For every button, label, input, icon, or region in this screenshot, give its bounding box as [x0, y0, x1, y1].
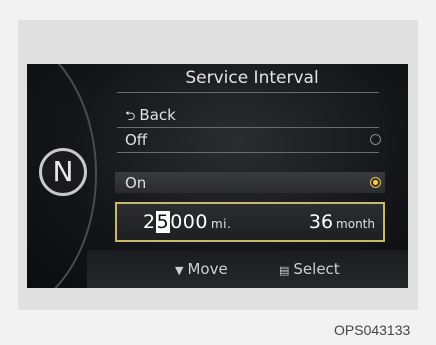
move-hint: ▼ Move [175, 260, 228, 278]
miles-unit: mi. [210, 217, 232, 231]
option-off-label: Off [125, 131, 148, 149]
interval-setting-box[interactable]: 25000 mi. 36 month [115, 202, 385, 242]
miles-value[interactable]: 25000 mi. [143, 211, 231, 233]
months-unit: month [336, 217, 375, 231]
cluster-display: N Service Interval ⮌ Back Off On 25000 mi.… [27, 64, 408, 288]
miles-prefix: 2 [143, 211, 156, 233]
back-arrow-icon: ⮌ [125, 109, 136, 124]
divider [117, 127, 379, 128]
months-number: 36 [308, 211, 334, 233]
radio-on-icon[interactable] [370, 177, 381, 188]
select-button-icon: ▤ [279, 264, 290, 277]
gear-indicator: N [39, 148, 87, 196]
miles-cursor-digit[interactable]: 5 [155, 211, 171, 233]
option-off[interactable]: Off [125, 129, 381, 151]
figure-caption: OPS043133 [334, 322, 411, 338]
radio-off-icon[interactable] [370, 134, 381, 145]
screen-title: Service Interval [185, 68, 319, 88]
back-label: Back [139, 106, 176, 124]
back-menu-item[interactable]: ⮌ Back [125, 104, 379, 126]
select-label: Select [293, 260, 340, 278]
footer-hints: ▼ Move ▤ Select [87, 250, 408, 288]
select-hint: ▤ Select [279, 260, 340, 278]
down-triangle-icon: ▼ [175, 264, 184, 277]
divider [117, 152, 379, 153]
months-value[interactable]: 36 month [309, 211, 375, 233]
option-on[interactable]: On [125, 172, 381, 194]
title-divider [117, 92, 379, 93]
option-on-label: On [125, 174, 147, 192]
miles-suffix: 000 [170, 211, 208, 233]
move-label: Move [187, 260, 228, 278]
